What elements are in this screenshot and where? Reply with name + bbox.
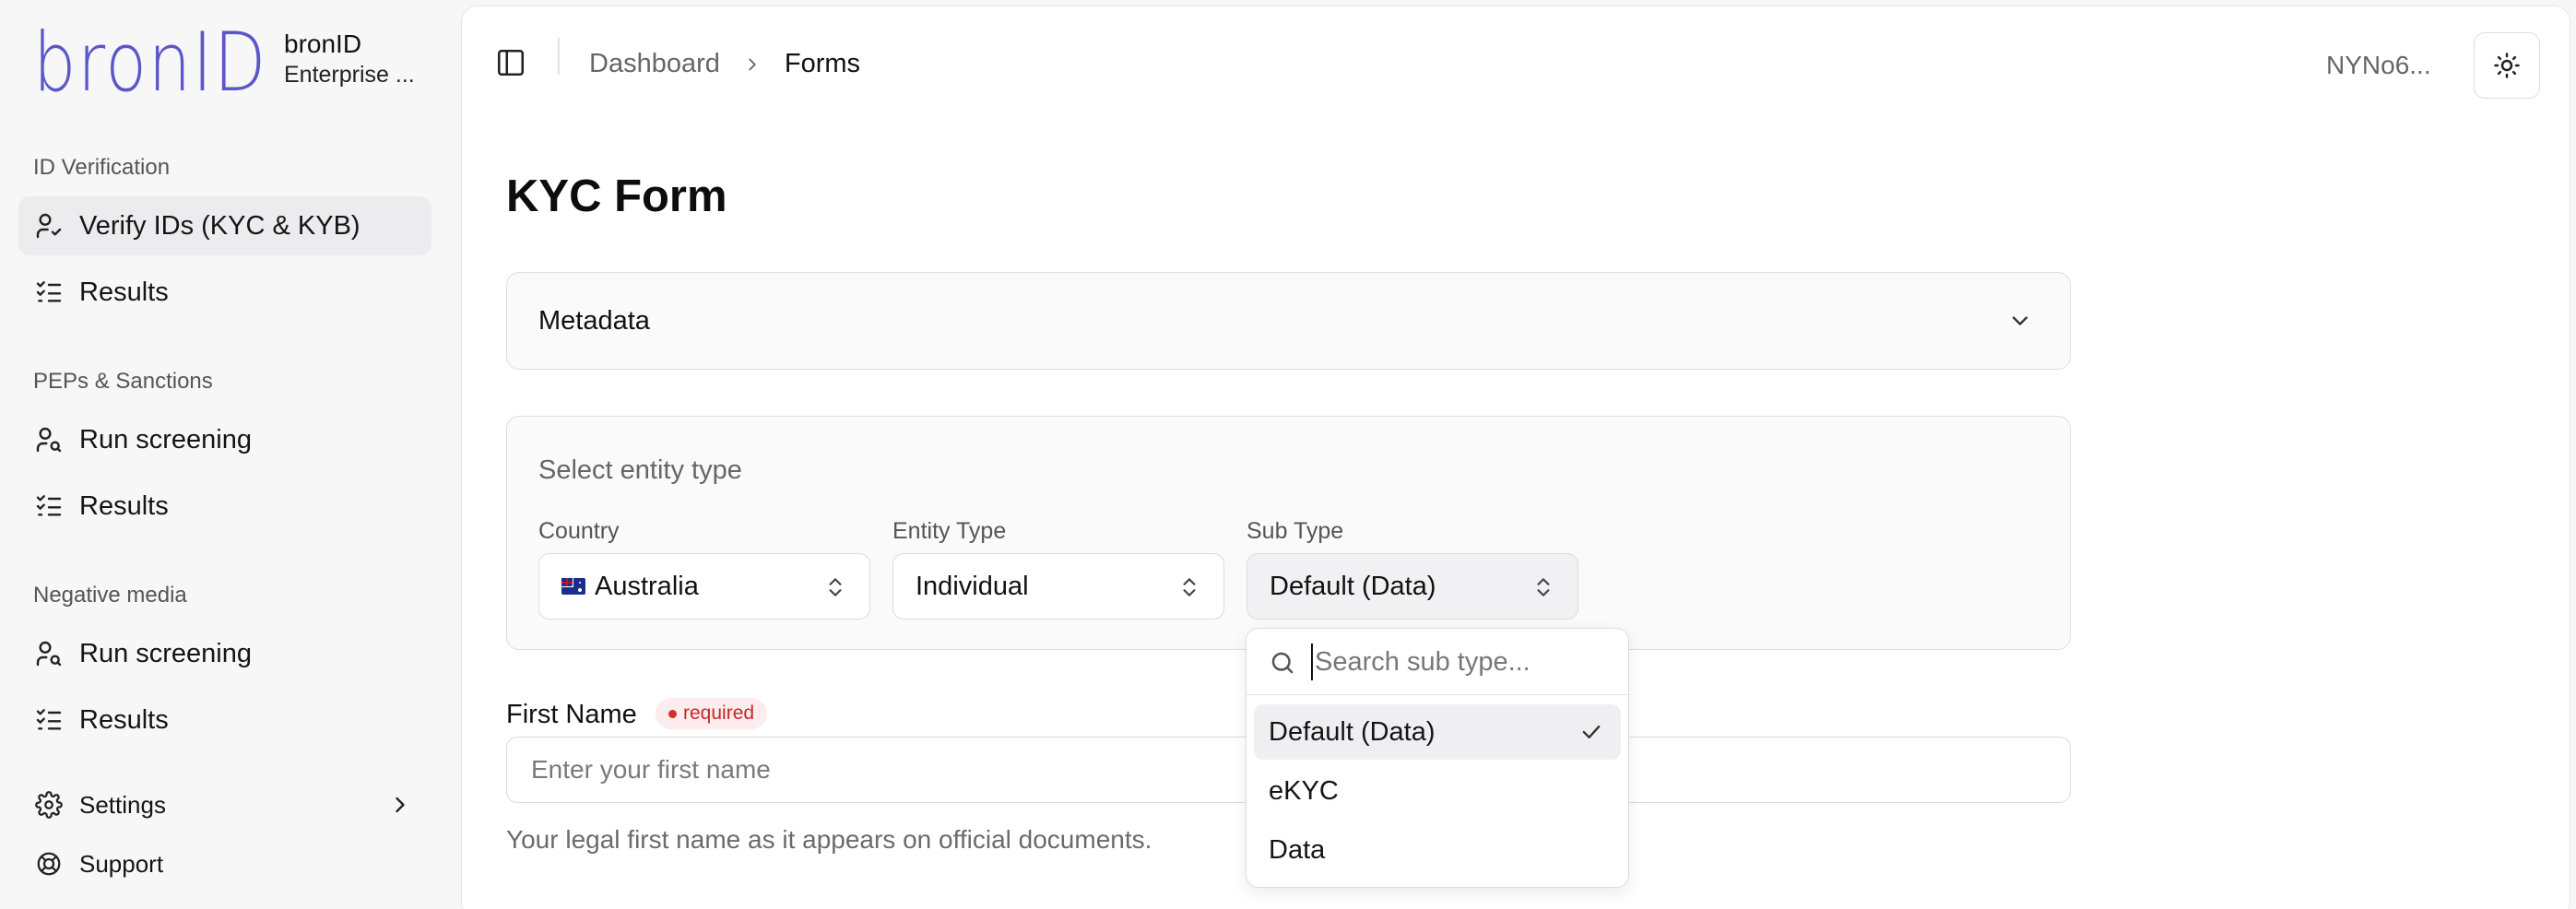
bronid-logo: bronID <box>33 20 267 98</box>
option-label: eKYC <box>1269 775 1339 806</box>
user-search-icon <box>33 424 65 455</box>
sidebar-item-label: Run screening <box>79 638 252 668</box>
option-label: Data <box>1269 834 1326 865</box>
sub-type-label: Sub Type <box>1247 518 1344 544</box>
page-title: KYC Form <box>506 171 727 221</box>
chevrons-up-down-icon <box>829 578 842 596</box>
chevron-right-icon <box>749 58 756 70</box>
sidebar-item-label: Results <box>79 490 169 521</box>
sidebar-item-label: Results <box>79 277 169 307</box>
brand-text: bronID Enterprise ... <box>284 29 415 89</box>
sun-icon <box>2494 53 2520 78</box>
user-search-icon <box>33 638 65 669</box>
chevron-right-icon <box>396 797 405 813</box>
breadcrumb: Dashboard Forms <box>589 49 860 79</box>
sidebar-item-label: Settings <box>79 790 166 819</box>
user-id[interactable]: NYNo6... <box>2326 51 2431 80</box>
metadata-accordion[interactable]: Metadata <box>506 272 2071 370</box>
brand-name: bronID <box>284 30 362 58</box>
entity-type-card: Select entity type Country Australia Ent… <box>506 416 2071 650</box>
sidebar-item-media-run-screening[interactable]: Run screening <box>18 624 431 683</box>
list-checks-icon <box>33 277 65 308</box>
sub-type-value: Default (Data) <box>1270 571 1436 601</box>
sidebar-item-id-results[interactable]: Results <box>18 263 431 322</box>
sidebar-item-label: Support <box>79 849 164 878</box>
first-name-helper: Your legal first name as it appears on o… <box>506 825 1152 854</box>
sidebar-item-pep-results[interactable]: Results <box>18 477 431 536</box>
breadcrumb-forms: Forms <box>784 49 861 78</box>
gear-icon <box>33 789 65 820</box>
entity-card-title: Select entity type <box>538 455 742 485</box>
sidebar-item-label: Results <box>79 704 169 735</box>
country-value: Australia <box>595 571 699 601</box>
australia-flag-icon <box>561 578 585 595</box>
dropdown-search <box>1247 629 1628 695</box>
country-label: Country <box>538 518 620 544</box>
lifebuoy-icon <box>33 848 65 879</box>
search-icon <box>1271 652 1294 674</box>
group-label-peps-sanctions: PEPs & Sanctions <box>33 369 213 394</box>
chevrons-up-down-icon <box>1537 578 1550 596</box>
option-ekyc[interactable]: eKYC <box>1254 763 1621 819</box>
sidebar-toggle-icon[interactable] <box>495 47 526 78</box>
option-label: Default (Data) <box>1269 716 1436 747</box>
sidebar-item-verify-ids[interactable]: Verify IDs (KYC & KYB) <box>18 196 431 255</box>
first-name-label: First Name <box>506 700 637 729</box>
sidebar-item-support[interactable]: Support <box>18 834 431 893</box>
sidebar-item-label: Run screening <box>79 424 252 454</box>
sidebar-item-label: Verify IDs (KYC & KYB) <box>79 210 360 241</box>
check-icon <box>1582 726 1601 738</box>
chevrons-up-down-icon <box>1183 578 1196 596</box>
group-label-id-verification: ID Verification <box>33 155 171 180</box>
user-check-icon <box>33 210 65 242</box>
required-badge: required <box>656 698 768 729</box>
sub-type-dropdown: Default (Data) eKYC Data <box>1246 628 1629 888</box>
country-select[interactable]: Australia <box>538 553 870 620</box>
entity-type-label: Entity Type <box>892 518 1007 544</box>
chevron-down-icon <box>2012 316 2028 325</box>
metadata-label: Metadata <box>538 306 650 336</box>
sidebar-item-media-results[interactable]: Results <box>18 691 431 750</box>
sidebar-item-settings[interactable]: Settings <box>18 775 431 834</box>
sub-type-search-input[interactable] <box>1311 643 1606 680</box>
sidebar-item-pep-run-screening[interactable]: Run screening <box>18 410 431 469</box>
entity-type-value: Individual <box>916 571 1029 601</box>
topbar-divider <box>558 38 560 75</box>
svg-text:bronID: bronID <box>33 20 267 98</box>
sub-type-select[interactable]: Default (Data) <box>1247 553 1578 620</box>
list-checks-icon <box>33 490 65 522</box>
group-label-negative-media: Negative media <box>33 583 187 608</box>
breadcrumb-dashboard[interactable]: Dashboard <box>589 49 720 79</box>
option-default-data[interactable]: Default (Data) <box>1254 704 1621 760</box>
option-data[interactable]: Data <box>1254 822 1621 878</box>
theme-toggle-button[interactable] <box>2474 32 2540 99</box>
brand-subtitle: Enterprise ... <box>284 62 415 88</box>
brand[interactable]: bronID bronID Enterprise ... <box>33 20 415 98</box>
list-checks-icon <box>33 704 65 736</box>
sidebar: bronID bronID Enterprise ... ID Verifica… <box>0 0 461 909</box>
entity-type-select[interactable]: Individual <box>892 553 1224 620</box>
